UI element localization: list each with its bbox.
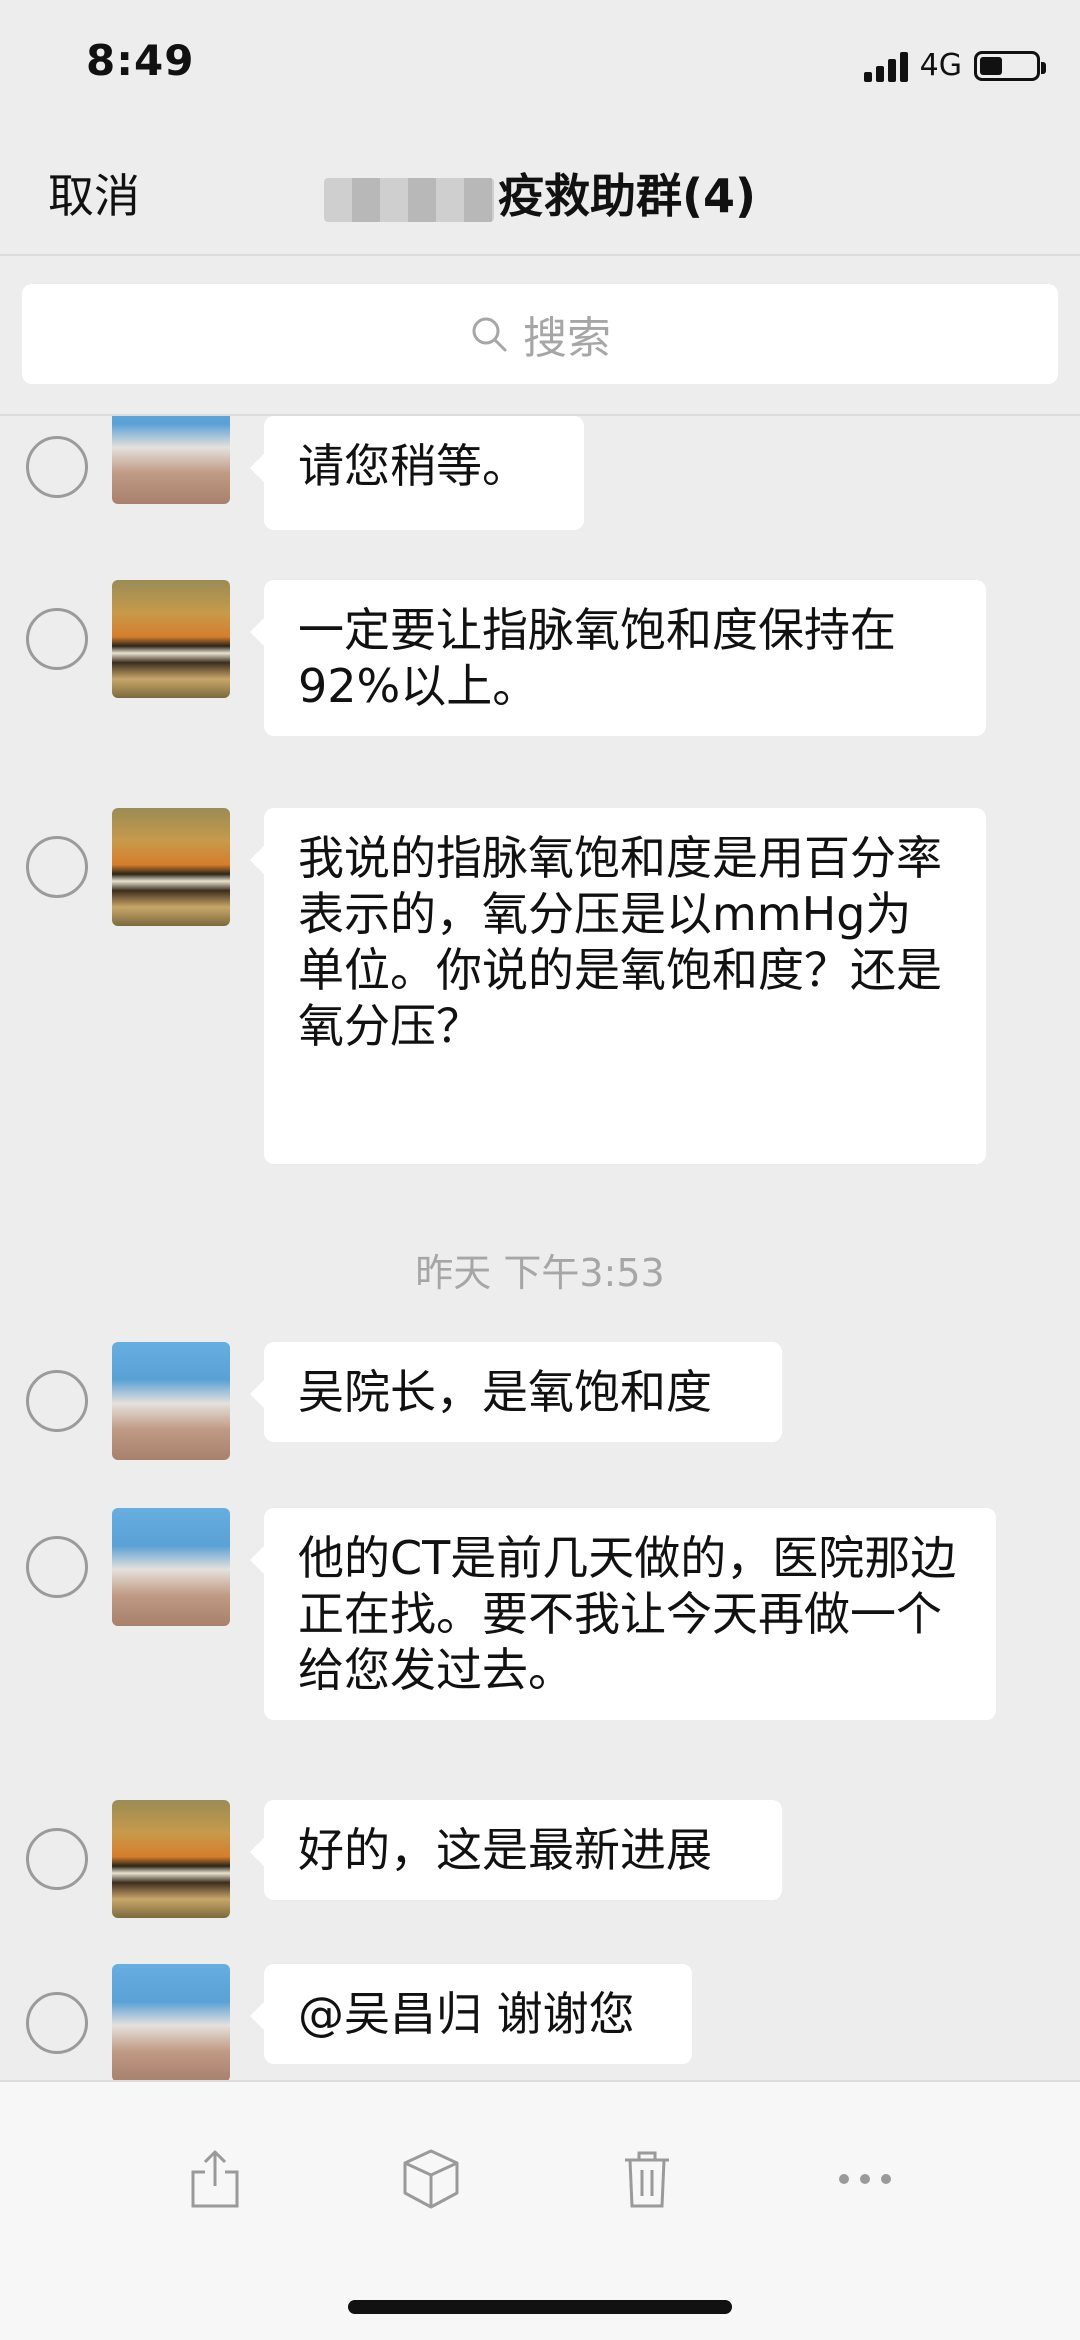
- nav-bar: 取消 疫救助群(4): [0, 130, 1080, 256]
- message-bubble[interactable]: @吴昌归 谢谢您: [250, 1964, 692, 2064]
- box-icon: [403, 2149, 459, 2209]
- chat-title-text: 疫救助群(4): [497, 169, 757, 223]
- search-input[interactable]: 搜索: [22, 284, 1058, 384]
- message-bubble[interactable]: 好的，这是最新进展: [250, 1800, 782, 1900]
- message-bubble[interactable]: 他的CT是前几天做的，医院那边正在找。要不我让今天再做一个给您发过去。: [250, 1508, 996, 1720]
- blurred-avatar[interactable]: [112, 1964, 230, 2080]
- battery-level: [980, 56, 1002, 75]
- timestamp: 昨天 下午3:53: [415, 1251, 665, 1295]
- select-checkbox[interactable]: [26, 1536, 88, 1598]
- status-time: 8:49: [86, 36, 195, 85]
- message-text: 请您稍等。: [298, 439, 528, 493]
- message-list: 请您稍等。 一定要让指脉氧饱和度保持在92%以上。 我说的指脉氧饱和度是用百分率…: [0, 416, 1080, 2080]
- search-icon: [472, 317, 507, 352]
- redacted-title-part: [323, 177, 494, 222]
- tiger-avatar[interactable]: [112, 580, 230, 698]
- message-text: 他的CT是前几天做的，医院那边正在找。要不我让今天再做一个给您发过去。: [298, 1531, 957, 1697]
- delete-button[interactable]: [602, 2134, 692, 2224]
- message-bubble[interactable]: 一定要让指脉氧饱和度保持在92%以上。: [250, 580, 986, 736]
- collect-button[interactable]: [386, 2134, 476, 2224]
- message-text: @吴昌归 谢谢您: [298, 1987, 635, 2041]
- smudge-mark: [270, 1078, 690, 1138]
- search-bar: 搜索: [0, 256, 1080, 416]
- status-bar: 8:49 4G: [0, 0, 1080, 130]
- share-icon: [191, 2150, 239, 2208]
- message-text: 好的，这是最新进展: [298, 1823, 712, 1877]
- select-checkbox[interactable]: [26, 836, 88, 898]
- blurred-avatar[interactable]: [112, 1508, 230, 1626]
- signal-icon: [863, 50, 908, 82]
- message-bubble[interactable]: 吴院长，是氧饱和度: [250, 1342, 782, 1442]
- status-indicators: 4G: [863, 48, 1046, 83]
- select-checkbox[interactable]: [26, 1828, 88, 1890]
- blurred-avatar[interactable]: [112, 1342, 230, 1460]
- search-placeholder: 搜索: [523, 313, 611, 364]
- tiger-avatar[interactable]: [112, 808, 230, 926]
- share-button[interactable]: [170, 2134, 260, 2224]
- blurred-avatar[interactable]: [112, 416, 230, 504]
- trash-icon: [625, 2151, 669, 2208]
- bottom-toolbar: [0, 2080, 1080, 2340]
- message-bubble[interactable]: 请您稍等。: [250, 416, 584, 530]
- tiger-avatar[interactable]: [112, 1800, 230, 1918]
- select-checkbox[interactable]: [26, 608, 88, 670]
- select-checkbox[interactable]: [26, 436, 88, 498]
- more-icon: [839, 2174, 891, 2184]
- chat-title: 疫救助群(4): [0, 160, 1080, 226]
- more-button[interactable]: [820, 2134, 910, 2224]
- message-text: 吴院长，是氧饱和度: [298, 1365, 712, 1419]
- select-checkbox[interactable]: [26, 1992, 88, 2054]
- home-indicator[interactable]: [348, 2300, 732, 2314]
- network-label: 4G: [919, 48, 962, 83]
- select-checkbox[interactable]: [26, 1370, 88, 1432]
- battery-icon: [974, 50, 1046, 81]
- message-text: 我说的指脉氧饱和度是用百分率表示的，氧分压是以mmHg为单位。你说的是氧饱和度？…: [298, 831, 942, 1053]
- message-text: 一定要让指脉氧饱和度保持在92%以上。: [298, 603, 896, 713]
